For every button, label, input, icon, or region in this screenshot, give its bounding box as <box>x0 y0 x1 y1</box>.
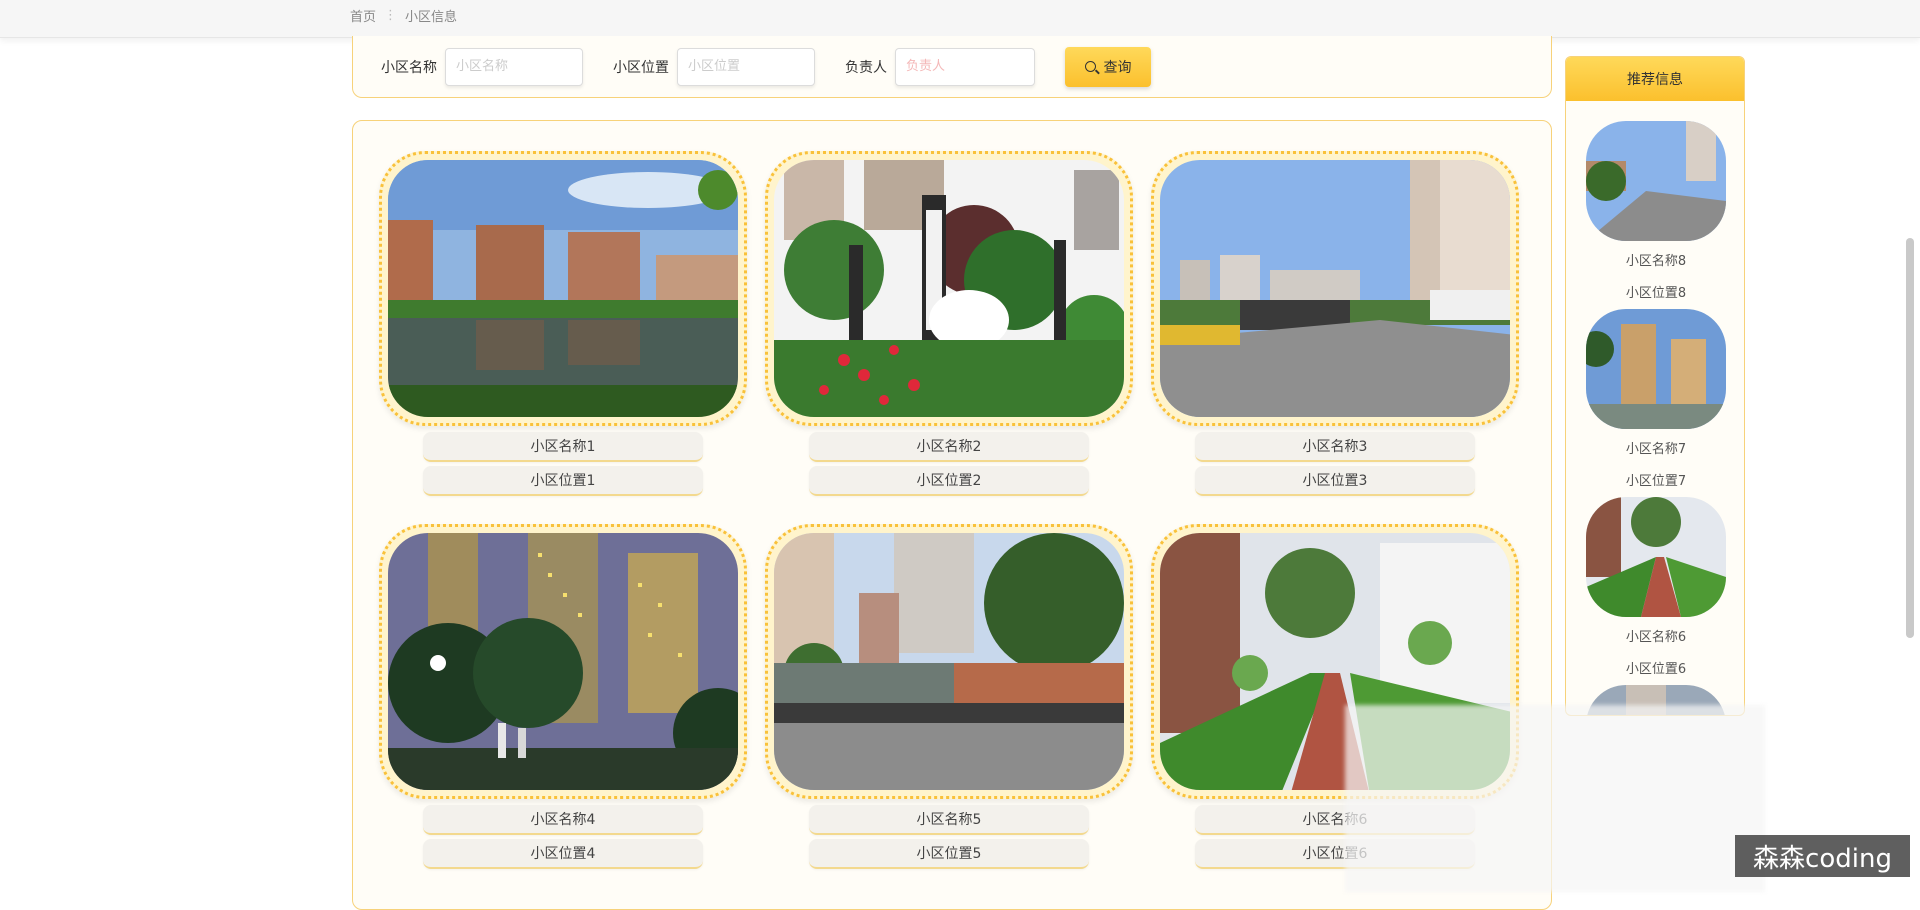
query-button-label: 查询 <box>1103 59 1132 76</box>
card-frame <box>379 524 747 799</box>
card-location: 小区位置4 <box>423 839 703 869</box>
blur-overlay <box>1345 705 1765 892</box>
recommend-name: 小区名称6 <box>1625 630 1687 645</box>
breadcrumb-current: 小区信息 <box>405 10 458 25</box>
community-card[interactable]: 小区名称1 小区位置1 <box>379 151 747 496</box>
location-field: 小区位置 <box>613 47 815 86</box>
recommend-photo[interactable] <box>1586 309 1726 429</box>
recommend-item[interactable]: 小区名称6 小区位置6 <box>1586 497 1726 681</box>
query-button[interactable]: 查询 <box>1065 46 1151 87</box>
name-label: 小区名称 <box>381 59 437 76</box>
recommend-item[interactable]: 小区名称8 小区位置8 <box>1586 121 1726 305</box>
card-name: 小区名称3 <box>1195 432 1475 462</box>
card-location: 小区位置2 <box>809 466 1089 496</box>
recommend-location: 小区位置7 <box>1625 474 1687 489</box>
community-photo[interactable] <box>774 533 1124 790</box>
recommend-location: 小区位置8 <box>1625 286 1687 301</box>
search-icon <box>1084 61 1096 72</box>
community-photo[interactable] <box>774 160 1124 417</box>
community-card[interactable]: 小区名称3 小区位置3 <box>1151 151 1519 496</box>
recommend-panel: 推荐信息 小区名称8 小区位置8 小区名称7 小区位置7 小区名称6 小区位置6 <box>1565 56 1745 716</box>
recommend-title: 推荐信息 <box>1566 57 1744 101</box>
community-photo[interactable] <box>388 533 738 790</box>
community-photo[interactable] <box>388 160 738 417</box>
recommend-name: 小区名称8 <box>1625 254 1687 269</box>
card-name: 小区名称4 <box>423 805 703 835</box>
page-scrollbar[interactable] <box>1906 238 1914 638</box>
breadcrumb: 首页 ⋮ 小区信息 <box>350 6 457 25</box>
card-frame <box>765 151 1133 426</box>
card-frame <box>1151 151 1519 426</box>
recommend-name: 小区名称7 <box>1625 442 1687 457</box>
community-card[interactable]: 小区名称4 小区位置4 <box>379 524 747 869</box>
location-label: 小区位置 <box>613 59 669 76</box>
location-search-input[interactable] <box>677 47 815 86</box>
card-name: 小区名称2 <box>809 432 1089 462</box>
community-photo[interactable] <box>1160 160 1510 417</box>
card-name: 小区名称5 <box>809 805 1089 835</box>
manager-search-input[interactable] <box>895 47 1035 86</box>
community-card[interactable]: 小区名称2 小区位置2 <box>765 151 1133 496</box>
name-search-input[interactable] <box>445 47 583 86</box>
card-frame <box>379 151 747 426</box>
watermark: 森森coding <box>1735 835 1910 877</box>
breadcrumb-home[interactable]: 首页 <box>350 6 376 25</box>
card-location: 小区位置1 <box>423 466 703 496</box>
recommend-item[interactable]: 小区名称7 小区位置7 <box>1586 309 1726 493</box>
card-location: 小区位置3 <box>1195 466 1475 496</box>
card-location: 小区位置5 <box>809 839 1089 869</box>
recommend-photo[interactable] <box>1586 497 1726 617</box>
manager-field: 负责人 <box>845 47 1035 86</box>
recommend-photo[interactable] <box>1586 121 1726 241</box>
recommend-location: 小区位置6 <box>1625 662 1687 677</box>
name-field: 小区名称 <box>381 47 583 86</box>
top-bar: 首页 ⋮ 小区信息 <box>0 0 1920 38</box>
manager-label: 负责人 <box>845 59 887 76</box>
search-panel: 小区名称 小区位置 负责人 查询 <box>352 36 1552 98</box>
community-card[interactable]: 小区名称5 小区位置5 <box>765 524 1133 869</box>
card-name: 小区名称1 <box>423 432 703 462</box>
breadcrumb-separator: ⋮ <box>384 8 398 23</box>
card-frame <box>765 524 1133 799</box>
